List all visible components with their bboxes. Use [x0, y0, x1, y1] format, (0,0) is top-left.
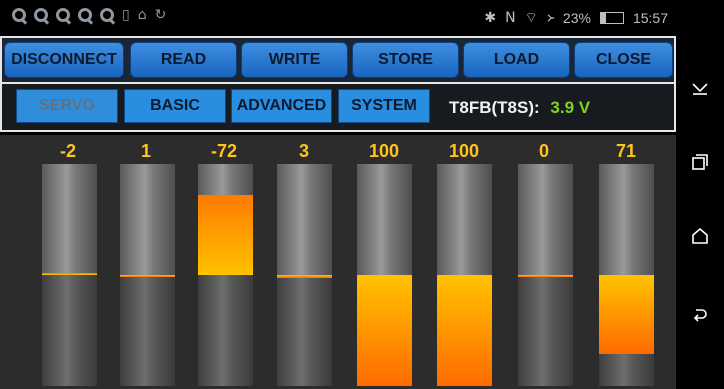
tab-basic[interactable]: BASIC	[124, 89, 226, 123]
notification-q-icon	[78, 8, 92, 22]
back-button[interactable]	[676, 296, 724, 336]
battery-icon	[599, 12, 624, 24]
toolbar: DISCONNECT READ WRITE STORE LOAD CLOSE	[0, 36, 676, 84]
channel-2-value: 1	[140, 141, 151, 161]
notification-q-icon	[100, 8, 114, 22]
status-bar: ▯ ⌂ ↻ ✱ N ⌔ ᚛ 23% 15:57	[0, 0, 676, 36]
clock: 15:57	[632, 10, 668, 26]
collapse-button[interactable]	[676, 68, 724, 108]
channel-3-fill	[198, 195, 253, 275]
battery-level	[600, 13, 606, 23]
load-button[interactable]: LOAD	[463, 42, 570, 78]
notification-q-icon	[12, 8, 26, 22]
channel-1-bar	[42, 164, 97, 386]
channel-5-value: 100	[368, 141, 400, 161]
recents-icon	[692, 154, 708, 170]
tab-servo[interactable]: SERVO	[16, 89, 118, 123]
write-button[interactable]: WRITE	[241, 42, 348, 78]
channel-7-bar	[518, 164, 573, 386]
sim-icon: ▯	[122, 7, 130, 23]
channel-2-bar	[120, 164, 175, 386]
channel-7-fill	[518, 275, 573, 277]
voltage-readout: 3.9 V	[550, 98, 591, 117]
store-button[interactable]: STORE	[352, 42, 459, 78]
bluetooth-icon: ✱	[484, 10, 497, 26]
channel-6-fill	[437, 275, 492, 386]
app-window: ▯ ⌂ ↻ ✱ N ⌔ ᚛ 23% 15:57 DISCONNECT READ …	[0, 0, 676, 389]
tab-bar: SERVO BASIC ADVANCED SYSTEM T8FB(T8S): 3…	[0, 84, 676, 132]
close-button[interactable]: CLOSE	[574, 42, 673, 78]
model-info: T8FB(T8S): 3.9 V	[449, 98, 590, 118]
tab-system[interactable]: SYSTEM	[338, 89, 430, 123]
channel-4-fill	[277, 275, 332, 279]
status-right: ✱ N ⌔ ᚛ 23% 15:57	[484, 9, 668, 27]
collapse-icon	[692, 83, 708, 95]
disconnect-button[interactable]: DISCONNECT	[4, 42, 124, 78]
back-icon	[693, 309, 707, 322]
channel-2-fill	[120, 275, 175, 277]
recents-button[interactable]	[676, 142, 724, 182]
channel-3-value: -72	[210, 141, 237, 161]
channel-6-bar	[437, 164, 492, 386]
channel-4-value: 3	[298, 141, 309, 161]
channel-1-value: -2	[59, 141, 76, 161]
nfc-icon: N	[505, 10, 516, 26]
wifi-icon: ⌔	[524, 10, 538, 26]
channel-7-value: 0	[538, 141, 549, 161]
home-button[interactable]	[676, 216, 724, 256]
status-left-icons: ▯ ⌂ ↻	[12, 7, 166, 23]
channel-8-value: 71	[615, 141, 637, 161]
channel-6-value: 100	[448, 141, 480, 161]
channel-5-bar	[357, 164, 412, 386]
lock-icon: ⌂	[137, 7, 147, 23]
android-nav-bar	[676, 0, 724, 389]
servo-monitor-panel: -2 1 -72 3 100 100 0 71	[0, 135, 676, 389]
channel-4-bar	[277, 164, 332, 386]
notification-q-icon	[34, 8, 48, 22]
channel-8-fill	[599, 275, 654, 354]
model-name: T8FB(T8S):	[449, 98, 540, 117]
tab-advanced[interactable]: ADVANCED	[231, 89, 332, 123]
channel-1-fill	[42, 272, 97, 275]
home-icon	[692, 228, 708, 244]
channel-5-fill	[357, 275, 412, 386]
battery-percent: 23%	[562, 10, 591, 26]
read-button[interactable]: READ	[130, 42, 237, 78]
signal-icon: ᚛	[546, 10, 554, 26]
notification-q-icon	[56, 8, 70, 22]
sync-icon: ↻	[154, 7, 167, 23]
channel-8-bar	[599, 164, 654, 386]
channel-3-bar	[198, 164, 253, 386]
